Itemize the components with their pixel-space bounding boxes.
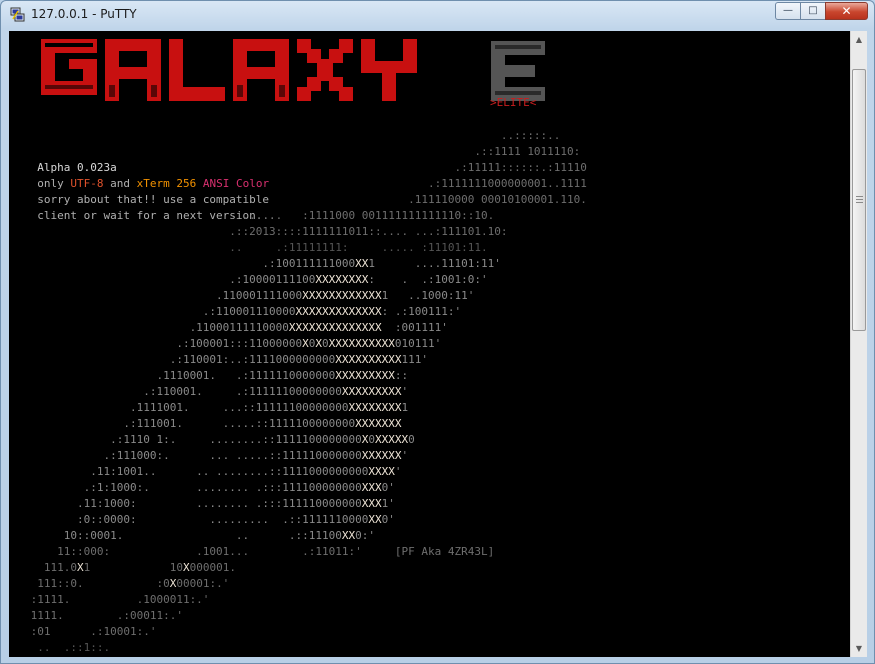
scroll-up-arrow-icon[interactable]: ▲ [851,31,867,48]
ascii-art-line: .:110001. .:11111100000000XXXXXXXXX' [24,385,409,398]
ascii-art-line: .11000111110000XXXXXXXXXXXXXX :001111' [24,321,448,334]
ascii-art-line: .::1111 1011110: [24,145,581,158]
vertical-scrollbar[interactable]: ▲ ▼ [850,31,867,657]
putty-icon[interactable] [10,7,25,22]
scroll-down-arrow-icon[interactable]: ▼ [851,640,867,657]
ascii-art-line: .:110001:..:1111000000000XXXXXXXXXX111' [24,353,428,366]
ascii-art-line: .111110000 00010100001.110. [24,193,587,206]
putty-window: 127.0.0.1 - PuTTY — □ ✕ >ELITE< Alpha 0.… [0,0,875,664]
ascii-art-line: .:111000:. ... .....::111110000000XXXXXX… [24,449,409,462]
maximize-button[interactable]: □ [800,2,825,20]
terminal-screen[interactable]: >ELITE< Alpha 0.023a only UTF-8 and xTer… [9,31,850,657]
elite-tag: >ELITE< [490,96,537,109]
scroll-thumb[interactable] [852,69,866,331]
ascii-art-line: .:111001. .....::1111100000000XXXXXXX [24,417,402,430]
ascii-art-line: .1111001. ...::11111100000000XXXXXXXX1 [24,401,409,414]
ascii-art-line: 1111. .:00011:.' [24,609,183,622]
maximize-icon: □ [808,5,818,16]
galaxy-logo-text [41,39,417,101]
ascii-art-line: .1110001. .:1111110000000XXXXXXXXX:: [24,369,409,382]
ascii-art-line: :0::0000: ......... .::1111110000XX0' [24,513,395,526]
ascii-art-line: 111.0X1 10X000001. [24,561,236,574]
ascii-art-line: .:11111::::::.:11110 [24,161,587,174]
title-bar[interactable]: 127.0.0.1 - PuTTY — □ ✕ [1,1,874,29]
window-title: 127.0.0.1 - PuTTY [31,7,137,21]
ascii-art-line: .:100001:::11000000X0X0XXXXXXXXXX010111' [24,337,442,350]
ascii-galaxy-art: ..:::::.. .::1111 1011110: .:11111::::::… [24,128,587,656]
ascii-art-line: .. .::1::. [24,641,111,654]
ascii-art-line: .:10000111100XXXXXXXX: . .:1001:0:' [24,273,488,286]
close-button[interactable]: ✕ [825,2,868,20]
ascii-art-line: ...... :1111000 001111111111110::10. [24,209,495,222]
ascii-art-line: 111::0. :0X00001:.' [24,577,230,590]
ascii-art-line: 11::000: .1001... .:11011:' [PF Aka 4ZR4… [24,545,495,558]
ascii-art-line: .11:1001.. .. ........::1111000000000XXX… [24,465,402,478]
galaxy-logo [41,39,545,101]
ascii-art-line: .11:1000: ........ .:::111110000000XXX1' [24,497,395,510]
ascii-art-line: .:1:1000:. ........ .:::111100000000XXX0… [24,481,395,494]
close-icon: ✕ [841,4,852,18]
ascii-art-line: .:1110 1:. ........::1111100000000X0XXXX… [24,433,415,446]
ascii-art-line: .:1111111000000001..1111 [24,177,587,190]
ascii-art-line: .. .:11111111: ..... :11101:11. [24,241,488,254]
ascii-art-line: .:110001110000XXXXXXXXXXXXX: .:100111:' [24,305,462,318]
ascii-art-line: 10::0001. .. .::11100XX0:' [24,529,376,542]
minimize-icon: — [783,5,793,16]
ascii-art-line: :01 .:10001:.' [24,625,157,638]
ascii-art-line: .110001111000XXXXXXXXXXXX1 ..1000:11' [24,289,475,302]
ascii-art-line: ..:::::.. [24,129,561,142]
window-controls: — □ ✕ [775,2,868,21]
ascii-art-line: .::2013::::1111111011::.... ...:111101.1… [24,225,508,238]
ascii-art-line: :1111. .1000011:.' [24,593,210,606]
minimize-button[interactable]: — [775,2,800,20]
ascii-art-line: .:100111111000XX1 ....11101:11' [24,257,501,270]
